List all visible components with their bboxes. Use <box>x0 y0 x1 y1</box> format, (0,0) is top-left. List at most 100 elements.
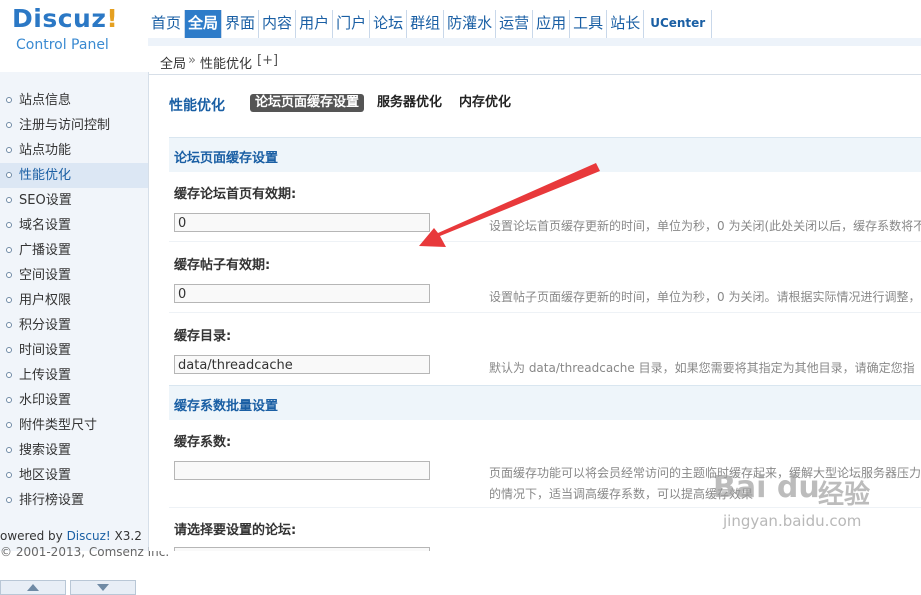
copyright: © 2001-2013, Comsenz Inc. <box>0 545 170 559</box>
field-desc-thread-cache: 设置帖子页面缓存更新的时间，单位为秒，0 为关闭。请根据实际情况进行调整， <box>489 290 921 304</box>
bullet-icon <box>6 447 12 453</box>
tab-server-optimization[interactable]: 服务器优化 <box>372 94 447 112</box>
breadcrumb-root[interactable]: 全局 <box>160 53 186 72</box>
logo-subtitle: Control Panel <box>16 37 109 53</box>
nav-tab-3[interactable]: 内容 <box>259 10 297 38</box>
sidebar-item-6[interactable]: 广播设置 <box>0 238 148 263</box>
tab-memory-optimization[interactable]: 内存优化 <box>454 94 516 112</box>
field-desc-cache-dir: 默认为 data/threadcache 目录，如果您需要将其指定为其他目录，请… <box>489 361 915 375</box>
scroll-down-button[interactable] <box>70 580 136 595</box>
sidebar-item-label: 站点功能 <box>19 143 72 158</box>
sidebar-item-4[interactable]: SEO设置 <box>0 188 148 213</box>
section-title: 缓存系数批量设置 <box>174 399 279 414</box>
sidebar-item-12[interactable]: 水印设置 <box>0 388 148 413</box>
watermark-url: jingyan.baidu.com <box>723 512 862 530</box>
cache-coefficient-input[interactable] <box>174 461 430 480</box>
section-header-page-cache: 论坛页面缓存设置 <box>169 137 921 172</box>
index-cache-lifetime-input[interactable]: 0 <box>174 213 430 232</box>
sidebar-item-label: 性能优化 <box>19 168 72 183</box>
sidebar-item-label: 地区设置 <box>19 468 72 483</box>
sidebar-item-10[interactable]: 时间设置 <box>0 338 148 363</box>
sidebar-item-9[interactable]: 积分设置 <box>0 313 148 338</box>
divider <box>169 241 921 242</box>
arrow-down-icon <box>97 584 109 591</box>
sidebar-item-1[interactable]: 注册与访问控制 <box>0 113 148 138</box>
field-label-forum-select: 请选择要设置的论坛: <box>174 523 297 538</box>
field-label-cache-coefficient: 缓存系数: <box>174 435 232 450</box>
sidebar-item-11[interactable]: 上传设置 <box>0 363 148 388</box>
sidebar-item-label: 用户权限 <box>19 293 72 308</box>
sidebar-item-label: 注册与访问控制 <box>19 118 111 133</box>
bullet-icon <box>6 472 12 478</box>
sidebar-item-label: 水印设置 <box>19 393 72 408</box>
breadcrumb-current: 性能优化 <box>200 57 253 72</box>
page-title: 性能优化 <box>169 98 225 114</box>
bullet-icon <box>6 97 12 103</box>
sidebar-item-3[interactable]: 性能优化 <box>0 163 148 188</box>
nav-tab-7[interactable]: 群组 <box>407 10 445 38</box>
sidebar-item-2[interactable]: 站点功能 <box>0 138 148 163</box>
field-label-index-cache: 缓存论坛首页有效期: <box>174 187 297 202</box>
bullet-icon <box>6 297 12 303</box>
nav-tab-8[interactable]: 防灌水 <box>444 10 497 38</box>
nav-strip <box>148 38 921 46</box>
discuz-logo[interactable]: Discuz! Control Panel <box>0 0 148 72</box>
sidebar-item-8[interactable]: 用户权限 <box>0 288 148 313</box>
nav-tab-13[interactable]: UCenter <box>644 10 713 38</box>
nav-tab-11[interactable]: 工具 <box>570 10 608 38</box>
section-header-coefficient: 缓存系数批量设置 <box>169 385 921 420</box>
breadcrumb: 全局 » 性能优化 [+] <box>148 46 921 75</box>
bullet-icon <box>6 322 12 328</box>
sidebar-item-label: 附件类型尺寸 <box>19 418 98 433</box>
nav-tab-10[interactable]: 应用 <box>533 10 571 38</box>
scroll-up-button[interactable] <box>0 580 66 595</box>
forum-select-list[interactable] <box>174 547 430 551</box>
breadcrumb-separator: » <box>188 53 196 68</box>
thread-cache-lifetime-input[interactable]: 0 <box>174 284 430 303</box>
cache-directory-input[interactable]: data/threadcache <box>174 355 430 374</box>
sidebar-item-14[interactable]: 搜索设置 <box>0 438 148 463</box>
nav-tab-6[interactable]: 论坛 <box>370 10 408 38</box>
bullet-icon <box>6 422 12 428</box>
sidebar-item-label: SEO设置 <box>19 193 72 208</box>
sidebar-item-label: 上传设置 <box>19 368 72 383</box>
nav-tab-9[interactable]: 运营 <box>496 10 534 38</box>
field-desc-index-cache: 设置论坛首页缓存更新的时间，单位为秒，0 为关闭(此处关闭以后，缓存系数将不 <box>489 219 921 233</box>
bullet-icon <box>6 222 12 228</box>
divider <box>169 312 921 313</box>
sidebar-item-label: 时间设置 <box>19 343 72 358</box>
discuz-link[interactable]: Discuz! <box>67 529 111 543</box>
sidebar-item-label: 广播设置 <box>19 243 72 258</box>
sidebar-item-5[interactable]: 域名设置 <box>0 213 148 238</box>
bullet-icon <box>6 272 12 278</box>
bullet-icon <box>6 172 12 178</box>
field-label-cache-dir: 缓存目录: <box>174 329 232 344</box>
field-label-thread-cache: 缓存帖子有效期: <box>174 258 271 273</box>
tab-forum-page-cache[interactable]: 论坛页面缓存设置 <box>250 94 365 112</box>
sidebar-item-13[interactable]: 附件类型尺寸 <box>0 413 148 438</box>
sidebar-item-7[interactable]: 空间设置 <box>0 263 148 288</box>
add-shortcut-button[interactable]: [+] <box>257 53 278 68</box>
nav-tab-4[interactable]: 用户 <box>296 10 334 38</box>
bullet-icon <box>6 197 12 203</box>
bullet-icon <box>6 147 12 153</box>
nav-tab-5[interactable]: 门户 <box>333 10 371 38</box>
bullet-icon <box>6 497 12 503</box>
nav-tab-0[interactable]: 首页 <box>148 10 186 38</box>
bullet-icon <box>6 122 12 128</box>
bullet-icon <box>6 247 12 253</box>
logo-brand: Discuz! <box>12 4 119 33</box>
nav-tab-2[interactable]: 界面 <box>222 10 260 38</box>
top-navigation: 首页 全局 界面 内容 用户 门户 论坛 群组 防灌水 运营 应用 工具 站长 UCenter <box>148 10 713 38</box>
bullet-icon <box>6 397 12 403</box>
sidebar-item-0[interactable]: 站点信息 <box>0 88 148 113</box>
nav-tab-12[interactable]: 站长 <box>607 10 645 38</box>
watermark-brand: Bai du <box>713 470 820 505</box>
sidebar-item-label: 站点信息 <box>19 93 72 108</box>
bullet-icon <box>6 347 12 353</box>
sidebar-item-16[interactable]: 排行榜设置 <box>0 488 148 513</box>
nav-tab-1[interactable]: 全局 <box>185 10 223 38</box>
baidu-jingyan-watermark: Bai du 经验 jingyan.baidu.com <box>713 462 913 542</box>
arrow-up-icon <box>27 584 39 591</box>
sidebar-item-15[interactable]: 地区设置 <box>0 463 148 488</box>
